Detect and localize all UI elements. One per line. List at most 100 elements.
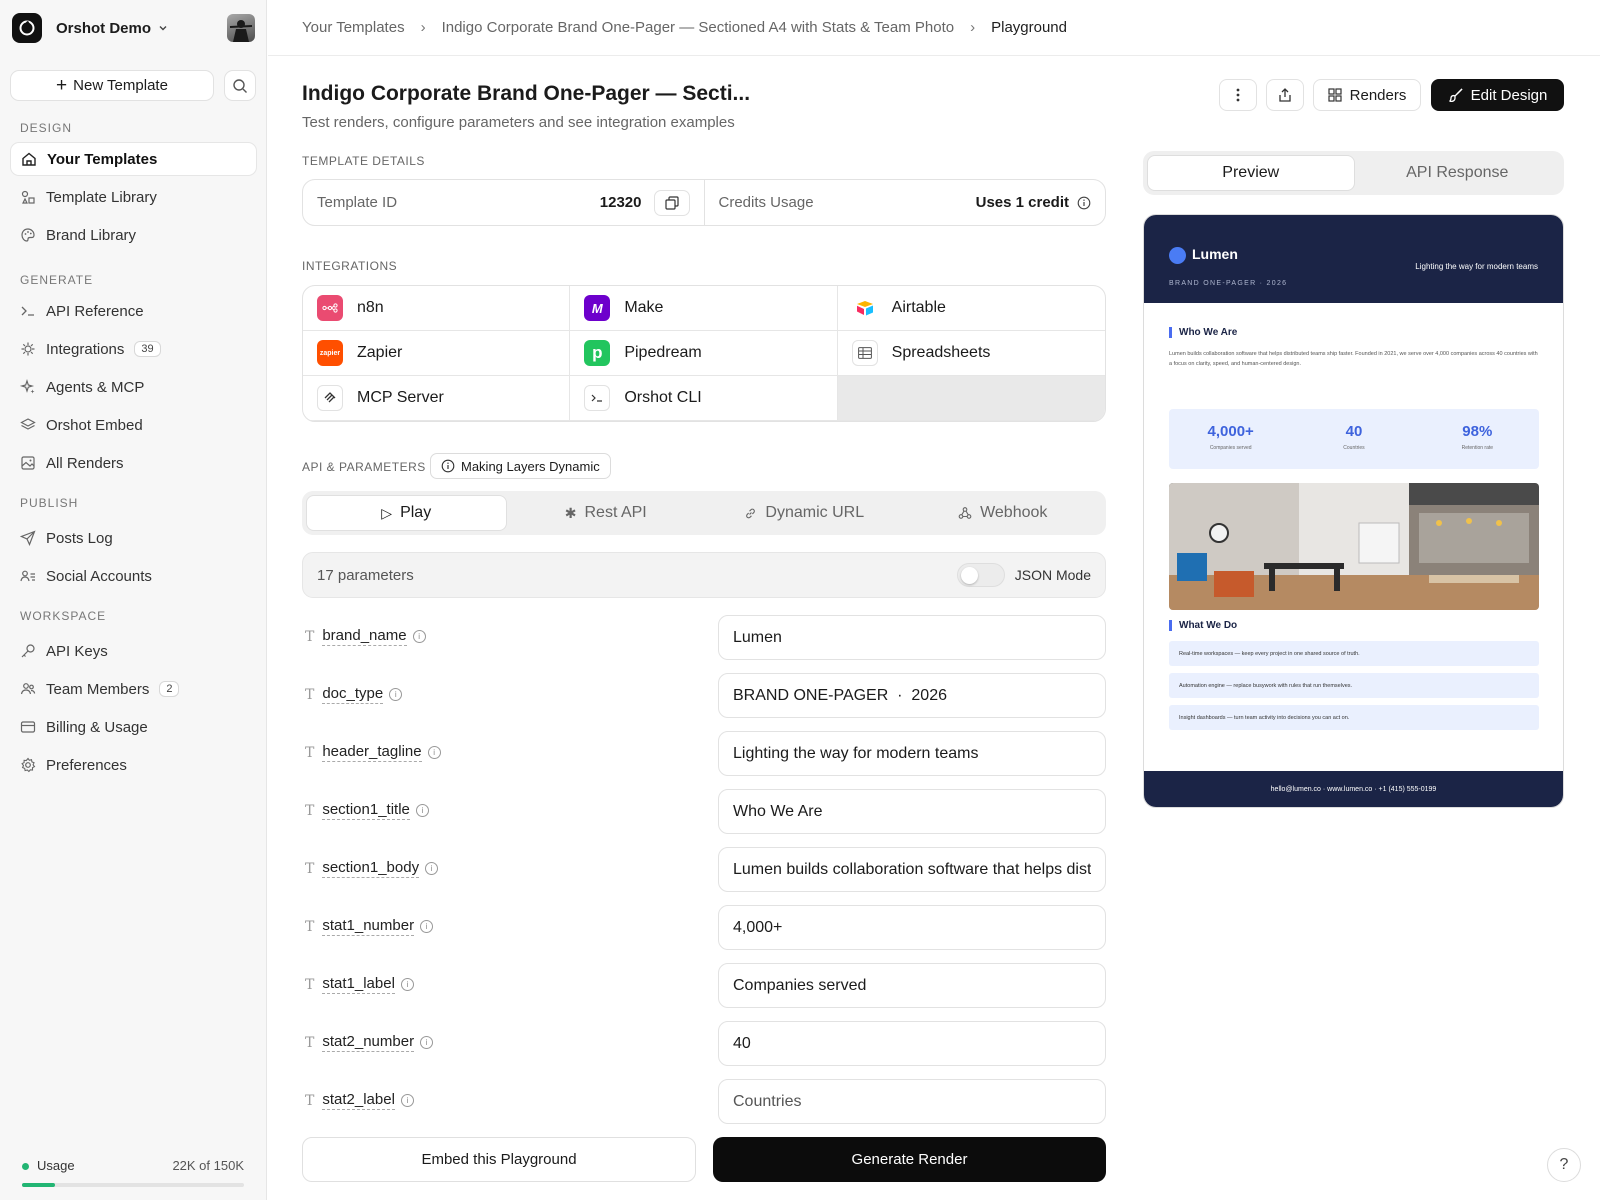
- param-input-stat1-number[interactable]: [718, 905, 1106, 950]
- info-icon[interactable]: [1077, 196, 1091, 210]
- brush-icon: [1448, 88, 1463, 103]
- sidebar-item-preferences[interactable]: Preferences: [10, 748, 257, 782]
- team-count-badge: 2: [159, 681, 180, 697]
- copy-id-button[interactable]: [653, 189, 690, 216]
- info-icon[interactable]: i: [389, 688, 403, 701]
- sidebar-item-api-reference[interactable]: API Reference: [10, 294, 257, 328]
- tab-dynamic-url[interactable]: Dynamic URL: [705, 495, 904, 531]
- sidebar-item-your-templates[interactable]: Your Templates: [10, 142, 257, 176]
- param-input-section1-body[interactable]: [718, 847, 1106, 892]
- info-icon[interactable]: i: [420, 920, 434, 933]
- info-icon[interactable]: i: [400, 978, 414, 991]
- tab-api-response[interactable]: API Response: [1355, 155, 1561, 191]
- palette-icon: [18, 225, 38, 245]
- zapier-icon: zapier: [317, 340, 343, 366]
- template-id-label: Template ID: [317, 194, 398, 211]
- preview-stat: 4,000+ Companies served: [1169, 409, 1292, 469]
- tab-play[interactable]: ▷ Play: [306, 495, 507, 531]
- integration-empty-cell: [837, 376, 1105, 421]
- making-layers-dynamic-button[interactable]: Making Layers Dynamic: [430, 453, 611, 479]
- sidebar-item-billing-usage[interactable]: Billing & Usage: [10, 710, 257, 744]
- search-button[interactable]: [224, 70, 256, 101]
- info-icon[interactable]: i: [400, 1094, 414, 1107]
- image-icon: [18, 453, 38, 473]
- info-icon[interactable]: i: [425, 862, 439, 875]
- param-input-brand-name[interactable]: [718, 615, 1106, 660]
- stat-number: 98%: [1462, 423, 1493, 440]
- param-input-doc-type[interactable]: [718, 673, 1106, 718]
- integration-label: Pipedream: [624, 344, 702, 361]
- preview-stats: 4,000+ Companies served 40 Countries 98% Re…: [1169, 409, 1539, 469]
- integrations-grid: n8n M Make Airtable zapier Zapier p Pipe…: [302, 285, 1106, 422]
- param-input-stat2-label[interactable]: [718, 1079, 1106, 1124]
- integration-label: Airtable: [891, 299, 946, 316]
- param-row: Tdoc_type i: [302, 673, 1106, 719]
- sidebar-item-agents-mcp[interactable]: Agents & MCP: [10, 370, 257, 404]
- sidebar-item-brand-library[interactable]: Brand Library: [10, 218, 257, 252]
- template-details-card: Template ID 12320 Credits Usage Uses 1 c…: [302, 179, 1106, 226]
- help-button[interactable]: ?: [1547, 1148, 1581, 1182]
- key-icon: [18, 641, 38, 661]
- json-mode-label: JSON Mode: [1014, 567, 1091, 583]
- sidebar-item-label: Brand Library: [46, 226, 137, 244]
- breadcrumb-template-name[interactable]: Indigo Corporate Brand One-Pager — Secti…: [442, 19, 955, 36]
- template-id-cell: Template ID 12320: [303, 180, 704, 225]
- renders-button[interactable]: Renders: [1313, 79, 1421, 111]
- json-mode-toggle[interactable]: [956, 563, 1005, 587]
- info-icon[interactable]: i: [427, 746, 441, 759]
- param-input-header-tagline[interactable]: [718, 731, 1106, 776]
- integration-label: MCP Server: [357, 389, 444, 406]
- template-details-label: TEMPLATE DETAILS: [302, 154, 425, 168]
- stat-label: Companies served: [1209, 445, 1252, 451]
- making-layers-dynamic-label: Making Layers Dynamic: [461, 458, 600, 474]
- sidebar-item-social-accounts[interactable]: Social Accounts: [10, 559, 257, 593]
- integration-zapier[interactable]: zapier Zapier: [303, 331, 571, 376]
- new-template-button[interactable]: + New Template: [10, 70, 214, 101]
- embed-playground-button[interactable]: Embed this Playground: [302, 1137, 696, 1182]
- preview-list-item: Automation engine — replace busywork wit…: [1169, 673, 1539, 698]
- tab-label: Play: [400, 504, 432, 521]
- param-name-label: header_tagline: [322, 743, 422, 762]
- generate-render-button[interactable]: Generate Render: [713, 1137, 1106, 1182]
- param-input-stat2-number[interactable]: [718, 1021, 1106, 1066]
- section-label-generate: GENERATE: [20, 273, 94, 287]
- integration-spreadsheets[interactable]: Spreadsheets: [837, 331, 1105, 376]
- sidebar-item-orshot-embed[interactable]: Orshot Embed: [10, 408, 257, 442]
- info-icon[interactable]: i: [420, 1036, 434, 1049]
- tab-preview[interactable]: Preview: [1147, 155, 1355, 191]
- sidebar-item-api-keys[interactable]: API Keys: [10, 634, 257, 668]
- preview-section2-title: What We Do: [1169, 620, 1237, 631]
- tab-rest-api[interactable]: ✱ Rest API: [507, 495, 706, 531]
- sidebar-item-all-renders[interactable]: All Renders: [10, 446, 257, 480]
- webhook-icon: [958, 507, 972, 519]
- info-icon[interactable]: i: [412, 630, 426, 643]
- param-input-stat1-label[interactable]: [718, 963, 1106, 1008]
- preview-stat: 40 Countries: [1292, 409, 1415, 469]
- sidebar-item-template-library[interactable]: Template Library: [10, 180, 257, 214]
- asterisk-icon: ✱: [564, 504, 577, 521]
- breadcrumb-your-templates[interactable]: Your Templates: [302, 19, 405, 36]
- sidebar-item-posts-log[interactable]: Posts Log: [10, 521, 257, 555]
- sidebar-item-integrations[interactable]: Integrations 39: [10, 332, 257, 366]
- user-avatar[interactable]: [227, 14, 255, 42]
- more-options-button[interactable]: [1219, 79, 1257, 111]
- sidebar-item-team-members[interactable]: Team Members 2: [10, 672, 257, 706]
- integration-make[interactable]: M Make: [570, 286, 838, 331]
- wallet-icon: [18, 717, 38, 737]
- stat-label: Countries: [1343, 445, 1365, 451]
- integration-n8n[interactable]: n8n: [303, 286, 571, 331]
- edit-design-label: Edit Design: [1470, 86, 1548, 104]
- integration-mcp-server[interactable]: MCP Server: [303, 376, 571, 421]
- param-input-section1-title[interactable]: [718, 789, 1106, 834]
- tab-webhook[interactable]: Webhook: [904, 495, 1103, 531]
- info-icon[interactable]: i: [415, 804, 429, 817]
- info-icon: [441, 459, 455, 473]
- edit-design-button[interactable]: Edit Design: [1431, 79, 1564, 111]
- share-button[interactable]: [1266, 79, 1304, 111]
- param-name-label: doc_type: [322, 685, 384, 704]
- integration-orshot-cli[interactable]: Orshot CLI: [570, 376, 838, 421]
- workspace-switcher[interactable]: Orshot Demo: [12, 12, 255, 44]
- integration-pipedream[interactable]: p Pipedream: [570, 331, 838, 376]
- integration-airtable[interactable]: Airtable: [837, 286, 1105, 331]
- stat-number: 40: [1345, 423, 1363, 440]
